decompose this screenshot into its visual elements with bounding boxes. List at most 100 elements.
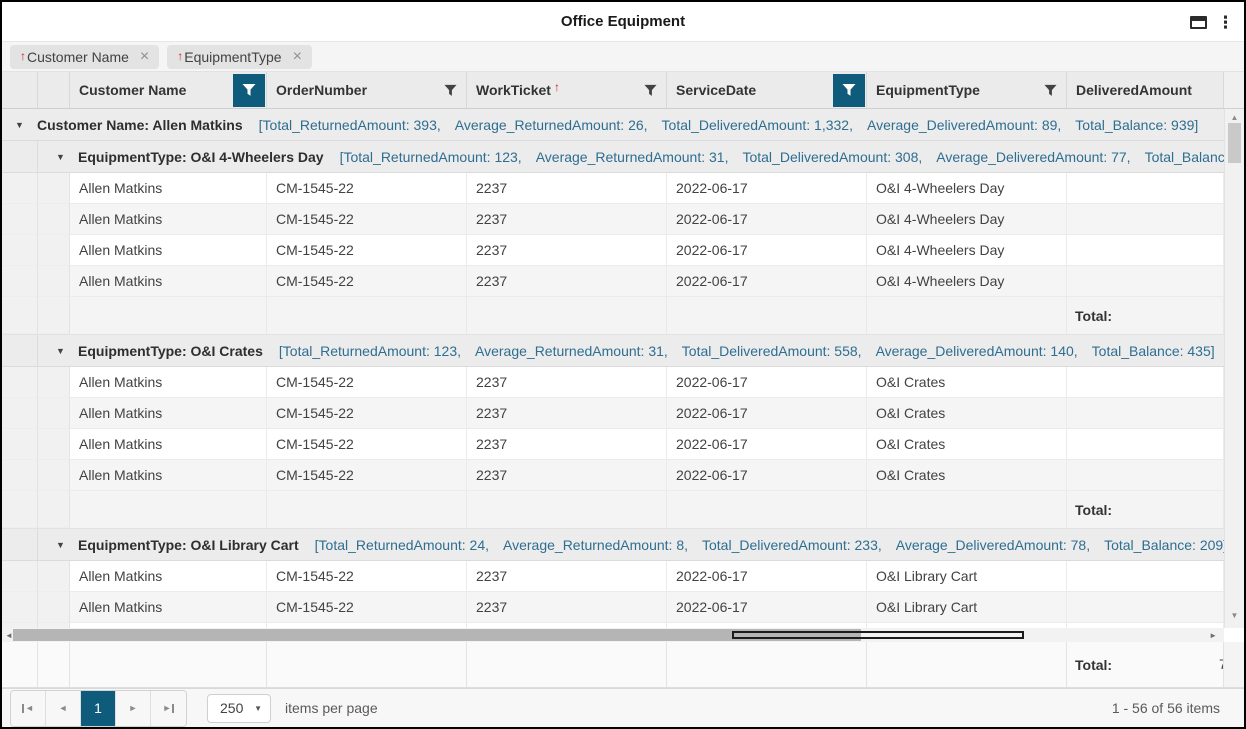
column-header-label: WorkTicket <box>476 82 551 98</box>
window-icon[interactable] <box>1190 16 1207 29</box>
table-cell: CM-1545-22 <box>267 204 467 235</box>
column-header-service-date[interactable]: ServiceDate <box>667 72 867 108</box>
table-cell: 2022-06-17 <box>667 561 867 592</box>
filter-icon[interactable] <box>1044 84 1057 97</box>
group-chip-label: Customer Name <box>27 49 129 65</box>
aggregate-item: Average_ReturnedAmount: 31, <box>536 149 729 165</box>
previous-page-button[interactable]: ◄ <box>46 691 81 726</box>
vertical-scroll-thumb[interactable] <box>1228 123 1241 163</box>
table-cell: O&I Crates <box>867 398 1067 429</box>
horizontal-scrollbar[interactable]: ◄ ► <box>2 628 1224 642</box>
table-cell: O&I Crates <box>867 429 1067 460</box>
group-chip-customer-name[interactable]: ↑ Customer Name × <box>10 45 159 69</box>
page-size-dropdown[interactable]: 250 ▼ <box>207 694 271 723</box>
column-header-row: Customer Name OrderNumber WorkTicket ↑ S… <box>2 72 1244 109</box>
table-cell: CM-1545-22 <box>267 561 467 592</box>
scroll-up-icon[interactable]: ▲ <box>1225 113 1244 122</box>
table-cell: O&I 4-Wheelers Day <box>867 266 1067 297</box>
table-cell: 2022-06-17 <box>667 204 867 235</box>
collapse-icon[interactable]: ▼ <box>56 540 66 550</box>
group-footer-row: Total: <box>2 491 1224 529</box>
footer-indent-cell <box>38 642 70 687</box>
column-header-delivered-amount[interactable]: DeliveredAmount <box>1067 72 1224 108</box>
group-chip-equipment-type[interactable]: ↑ EquipmentType × <box>167 45 312 69</box>
pager-button-group: ◄ ◄ 1 ► ► <box>10 690 187 727</box>
table-row[interactable]: Allen MatkinsCM-1545-2222372022-06-17O&I… <box>2 266 1224 297</box>
table-cell <box>1067 398 1224 429</box>
row-indent-cell <box>2 429 38 460</box>
table-cell: 2237 <box>467 266 667 297</box>
table-cell: CM-1545-22 <box>267 235 467 266</box>
seek-first-bar <box>22 704 24 713</box>
aggregate-item: [Total_ReturnedAmount: 24, <box>315 537 489 553</box>
group-label: EquipmentType: O&I Library Cart <box>78 537 299 553</box>
kebab-menu-icon[interactable]: ⋮ <box>1217 14 1234 31</box>
table-cell <box>1067 460 1224 491</box>
row-indent-cell <box>38 460 70 491</box>
table-row[interactable]: Allen MatkinsCM-1545-2222372022-06-17O&I… <box>2 204 1224 235</box>
footer-total-partial-value: 7 <box>1219 656 1223 672</box>
table-cell: CM-1545-22 <box>267 460 467 491</box>
aggregate-item: Average_DeliveredAmount: 89, <box>867 117 1061 133</box>
column-header-label: EquipmentType <box>876 82 980 98</box>
column-header-order-number[interactable]: OrderNumber <box>267 72 467 108</box>
row-indent-cell <box>2 561 38 592</box>
table-cell: O&I 4-Wheelers Day <box>867 204 1067 235</box>
scroll-right-icon[interactable]: ► <box>1209 628 1217 642</box>
table-cell: 2022-06-17 <box>667 398 867 429</box>
sort-asc-icon: ↑ <box>20 49 26 63</box>
collapse-icon[interactable]: ▼ <box>56 152 66 162</box>
table-row[interactable]: Allen MatkinsCM-1545-2222372022-06-17O&I… <box>2 460 1224 491</box>
current-page-button[interactable]: 1 <box>81 691 116 726</box>
table-cell: Allen Matkins <box>70 266 267 297</box>
filter-icon-active[interactable] <box>233 74 265 107</box>
collapse-icon[interactable]: ▼ <box>15 120 25 130</box>
aggregate-item: Average_DeliveredAmount: 140, <box>876 343 1078 359</box>
aggregate-item: [Total_ReturnedAmount: 123, <box>340 149 522 165</box>
arrow-right-icon: ► <box>129 703 138 713</box>
aggregate-item: [Total_ReturnedAmount: 393, <box>259 117 441 133</box>
table-cell: Allen Matkins <box>70 429 267 460</box>
table-cell: 2022-06-17 <box>667 235 867 266</box>
table-row[interactable]: Allen MatkinsCM-1545-2222372022-06-17O&I… <box>2 561 1224 592</box>
table-row[interactable]: Allen MatkinsCM-1545-2222372022-06-17O&I… <box>2 592 1224 623</box>
last-page-button[interactable]: ► <box>151 691 186 726</box>
row-indent-cell <box>2 460 38 491</box>
close-icon[interactable]: × <box>140 49 149 65</box>
table-row[interactable]: Allen MatkinsCM-1545-2222372022-06-17O&I… <box>2 173 1224 204</box>
group-header-row: ▼EquipmentType: O&I 4-Wheelers Day[Total… <box>2 141 1224 173</box>
table-cell: CM-1545-22 <box>267 592 467 623</box>
table-row[interactable]: Allen MatkinsCM-1545-2222372022-06-17O&I… <box>2 398 1224 429</box>
table-cell: 2237 <box>467 429 667 460</box>
filter-icon[interactable] <box>444 84 457 97</box>
table-row[interactable]: Allen MatkinsCM-1545-2222372022-06-17O&I… <box>2 429 1224 460</box>
table-cell <box>1067 235 1224 266</box>
row-indent-cell <box>2 592 38 623</box>
aggregate-item: Average_DeliveredAmount: 78, <box>896 537 1090 553</box>
next-page-button[interactable]: ► <box>116 691 151 726</box>
scroll-left-icon[interactable]: ◄ <box>5 628 13 642</box>
pager: ◄ ◄ 1 ► ► 250 ▼ items per page 1 - 56 of… <box>2 688 1244 727</box>
group-indent-header-cell <box>2 72 38 108</box>
first-page-button[interactable]: ◄ <box>11 691 46 726</box>
scroll-down-icon[interactable]: ▼ <box>1225 611 1244 620</box>
group-indent-header-cell <box>38 72 70 108</box>
vertical-scrollbar[interactable]: ▲ ▼ <box>1224 109 1244 628</box>
column-header-work-ticket[interactable]: WorkTicket ↑ <box>467 72 667 108</box>
column-header-customer-name[interactable]: Customer Name <box>70 72 267 108</box>
table-cell: O&I Crates <box>867 460 1067 491</box>
footer-indent-cell <box>2 491 38 528</box>
close-icon[interactable]: × <box>293 49 302 65</box>
collapse-icon[interactable]: ▼ <box>56 346 66 356</box>
filter-icon[interactable] <box>644 84 657 97</box>
scroll-thumb-outline[interactable] <box>732 631 1024 639</box>
group-header-content: ▼EquipmentType: O&I 4-Wheelers Day[Total… <box>38 141 1224 172</box>
column-header-equipment-type[interactable]: EquipmentType <box>867 72 1067 108</box>
aggregate-item: Total_Balance: 185] <box>1145 149 1224 165</box>
page-size-value: 250 <box>220 700 254 716</box>
table-row[interactable]: Allen MatkinsCM-1545-2222372022-06-17O&I… <box>2 367 1224 398</box>
filter-icon-active[interactable] <box>833 74 865 107</box>
table-row[interactable]: Allen MatkinsCM-1545-2222372022-06-17O&I… <box>2 235 1224 266</box>
table-cell: 2022-06-17 <box>667 592 867 623</box>
row-indent-cell <box>38 173 70 204</box>
